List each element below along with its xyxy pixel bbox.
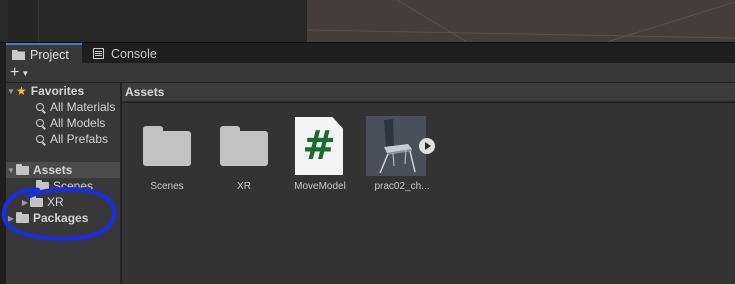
tree-item-label: All Models (50, 116, 106, 130)
script-glyph: # (302, 123, 336, 169)
tree-item-label: All Prefabs (50, 132, 109, 146)
asset-label: Scenes (150, 181, 184, 192)
scene-left-panel (0, 0, 8, 42)
asset-grid: Scenes XR # MoveModel prac02_ch... (122, 103, 735, 284)
tab-console[interactable]: Console (89, 43, 173, 64)
folder-icon (220, 126, 268, 166)
tree-item-all-materials[interactable]: All Materials (36, 99, 115, 115)
expand-arrow-icon[interactable]: ▼ (6, 166, 16, 175)
project-toolbar: + ▼ (6, 63, 735, 83)
panel-tab-bar: Project Console (0, 42, 735, 64)
folder-tree: ▼ ★ Favorites All Materials All Models A… (6, 83, 120, 284)
asset-label: prac02_ch... (374, 181, 430, 192)
expand-arrow-icon[interactable]: ▶ (20, 198, 30, 207)
folder-open-icon (16, 164, 29, 175)
search-icon (36, 103, 44, 111)
tree-item-label: Packages (33, 211, 89, 225)
scene-viewport[interactable] (307, 0, 735, 42)
tree-item-all-models[interactable]: All Models (36, 115, 105, 131)
breadcrumb-assets[interactable]: Assets (125, 85, 164, 99)
tree-item-label: All Materials (50, 100, 116, 114)
csharp-script-icon: # (295, 117, 343, 175)
folder-icon (36, 180, 49, 191)
expand-arrow-icon[interactable]: ▶ (6, 214, 16, 223)
folder-icon (143, 126, 191, 166)
star-icon: ★ (16, 84, 27, 98)
console-icon (93, 48, 106, 59)
tree-item-label: Favorites (30, 84, 85, 98)
chair-icon (366, 116, 426, 176)
play-preview-icon[interactable] (419, 138, 435, 154)
tree-item-label: Assets (33, 163, 73, 177)
tree-item-all-prefabs[interactable]: All Prefabs (36, 131, 108, 147)
breadcrumb: Assets (122, 83, 735, 102)
tree-item-assets[interactable]: ▼ Assets (6, 162, 120, 178)
tree-item-xr[interactable]: ▶ XR (20, 194, 64, 210)
plus-icon: + (10, 63, 20, 81)
tab-project-label: Project (30, 47, 69, 62)
scene-view-strip (0, 0, 735, 42)
search-icon (36, 119, 44, 127)
folder-icon (12, 49, 25, 60)
search-icon (36, 135, 44, 143)
tree-item-packages[interactable]: ▶ Packages (6, 210, 88, 226)
create-button[interactable]: + ▼ (10, 64, 38, 81)
tree-item-favorites[interactable]: ▼ ★ Favorites (6, 83, 84, 99)
chevron-down-icon: ▼ (21, 69, 30, 78)
tree-item-label: Scenes (53, 179, 94, 193)
prefab-preview-thumbnail (366, 116, 426, 176)
scene-left-panel (8, 0, 39, 42)
expand-arrow-icon[interactable]: ▼ (6, 87, 16, 96)
tab-project[interactable]: Project (6, 43, 82, 64)
asset-label: XR (237, 181, 251, 192)
tab-console-label: Console (111, 46, 157, 61)
folder-icon (30, 196, 43, 207)
asset-label: MoveModel (294, 181, 346, 192)
tree-item-label: XR (47, 195, 64, 209)
folder-icon (16, 212, 29, 223)
hierarchy-panel-edge (39, 0, 307, 42)
tree-item-scenes[interactable]: Scenes (36, 178, 93, 194)
